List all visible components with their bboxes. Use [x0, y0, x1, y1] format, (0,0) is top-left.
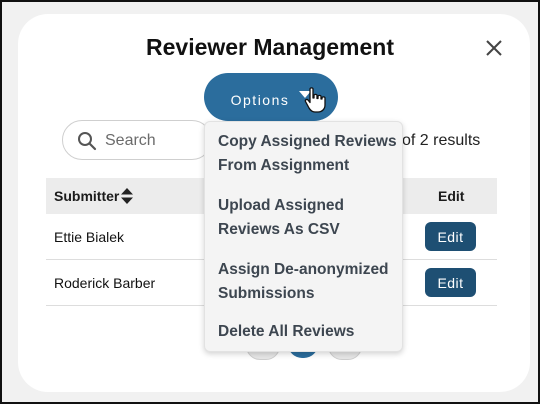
- column-header-edit: Edit: [438, 188, 465, 204]
- column-header-submitter[interactable]: Submitter: [54, 188, 119, 204]
- edit-button[interactable]: Edit: [425, 268, 476, 297]
- close-icon[interactable]: [484, 38, 504, 58]
- sort-icon[interactable]: [120, 187, 134, 205]
- submitter-name: Ettie Bialek: [54, 229, 125, 245]
- menu-item-upload-assigned-reviews[interactable]: Upload Assigned Reviews As CSV: [218, 194, 398, 242]
- menu-item-copy-assigned-reviews[interactable]: Copy Assigned Reviews From Assignment: [218, 130, 398, 178]
- results-count: of 2 results: [402, 132, 481, 149]
- menu-item-delete-all-reviews[interactable]: Delete All Reviews: [218, 320, 398, 344]
- modal-title: Reviewer Management: [146, 34, 394, 60]
- options-dropdown-menu: Copy Assigned Reviews From Assignment Up…: [204, 121, 403, 352]
- submitter-name: Roderick Barber: [54, 275, 156, 291]
- hand-cursor-icon: [304, 87, 326, 113]
- options-button-label: Options: [230, 92, 290, 108]
- edit-button[interactable]: Edit: [425, 222, 476, 251]
- search-input[interactable]: [103, 129, 211, 153]
- menu-item-assign-deanonymized[interactable]: Assign De-anonymized Submissions: [218, 258, 398, 306]
- search-icon: [78, 132, 97, 151]
- search-box[interactable]: [62, 120, 212, 160]
